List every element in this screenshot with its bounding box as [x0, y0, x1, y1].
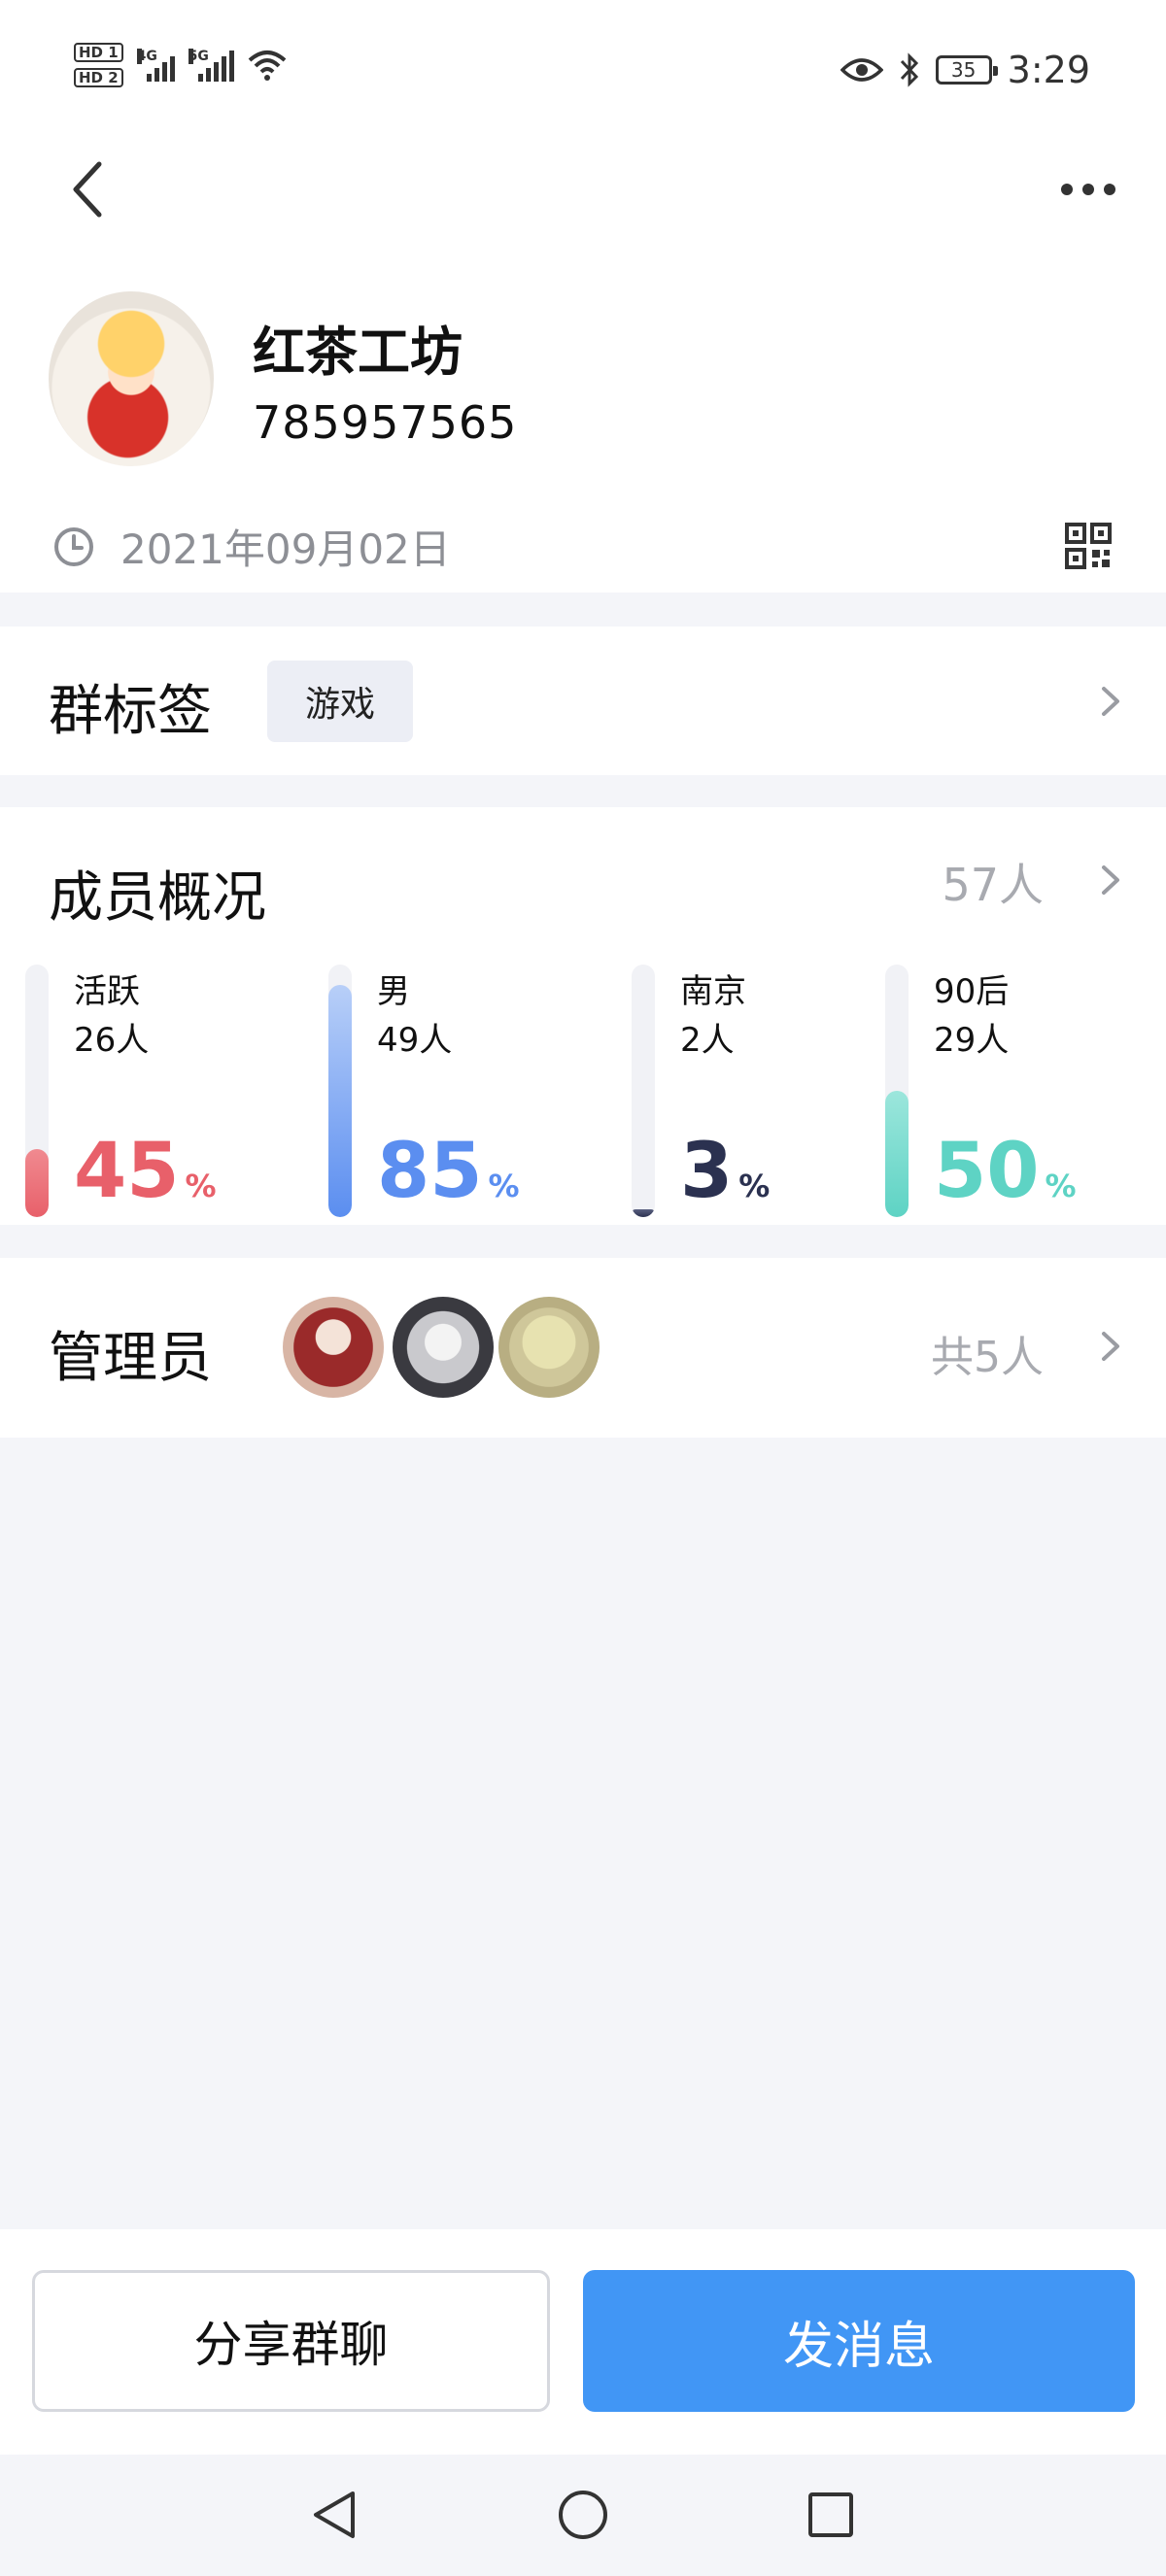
share-group-button[interactable]: 分享群聊 — [32, 2270, 550, 2412]
stat-percent-unit: % — [738, 1168, 771, 1204]
system-nav-bar — [0, 2455, 1166, 2576]
nav-recents-icon[interactable] — [802, 2486, 860, 2544]
stat-percent: 85% — [377, 1134, 520, 1209]
stat-percent-value: 3 — [680, 1128, 734, 1215]
admin-avatar[interactable] — [393, 1297, 494, 1398]
chevron-right-icon — [1102, 865, 1119, 895]
signal-icon-2: 5G — [188, 49, 234, 82]
sim2-badge: HD 2 — [74, 68, 123, 87]
chevron-right-icon — [1102, 1332, 1119, 1361]
chevron-right-icon — [1102, 687, 1119, 716]
bottom-action-bar: 分享群聊 发消息 — [0, 2229, 1166, 2455]
stat-count: 49人 — [377, 1021, 453, 1060]
more-button[interactable] — [1049, 165, 1127, 214]
stat-percent: 50% — [934, 1134, 1077, 1209]
created-date-row: 2021年09月02日 — [52, 517, 451, 576]
stat-bar-fill — [632, 1209, 655, 1217]
stat-location: 南京 2人 3% — [632, 965, 874, 1217]
stat-count: 29人 — [934, 1021, 1010, 1060]
qr-code-icon[interactable] — [1065, 523, 1112, 569]
stat-percent-value: 50 — [934, 1128, 1040, 1215]
stat-percent: 3% — [680, 1134, 770, 1209]
status-bar: HD 1 HD 2 4G 5G 35 3:29 — [0, 0, 1166, 136]
admin-avatar[interactable] — [498, 1297, 600, 1398]
eye-icon — [840, 58, 883, 82]
clock: 3:29 — [1007, 49, 1090, 91]
send-message-button[interactable]: 发消息 — [583, 2270, 1135, 2412]
stat-bar-track — [328, 965, 352, 1217]
stat-count: 2人 — [680, 1021, 735, 1060]
clock-icon — [54, 526, 93, 566]
battery-icon: 35 — [935, 55, 998, 85]
group-id: 785957565 — [253, 396, 518, 449]
stat-age: 90后 29人 50% — [885, 965, 1138, 1217]
sim-indicators: HD 1 HD 2 — [74, 43, 123, 87]
group-tags-title: 群标签 — [49, 680, 212, 743]
stat-bar-track — [632, 965, 655, 1217]
stat-bar-fill — [885, 1091, 909, 1217]
stat-male: 男 49人 85% — [328, 965, 620, 1217]
stat-label: 南京 — [680, 972, 746, 1011]
stat-bar-fill — [328, 985, 352, 1217]
stat-bar-track — [885, 965, 909, 1217]
more-dot-icon — [1082, 184, 1094, 195]
stat-percent-unit: % — [185, 1168, 217, 1204]
status-right: 35 3:29 — [840, 49, 1090, 91]
group-tags-row[interactable]: 群标签 游戏 — [0, 627, 1166, 775]
stat-label: 活跃 — [74, 972, 140, 1011]
admin-row[interactable]: 管理员 共5人 — [0, 1258, 1166, 1438]
stat-bar-track — [25, 965, 49, 1217]
more-dot-icon — [1104, 184, 1115, 195]
network-type-2: 5G — [188, 49, 209, 64]
signal-icon-1: 4G — [136, 49, 175, 82]
group-avatar[interactable] — [49, 291, 214, 466]
admin-count: 共5人 — [931, 1333, 1044, 1382]
battery-level: 35 — [950, 58, 977, 82]
stat-label: 男 — [377, 972, 410, 1011]
group-name: 红茶工坊 — [253, 322, 463, 383]
more-dot-icon — [1061, 184, 1073, 195]
sim1-badge: HD 1 — [74, 43, 123, 62]
stat-bar-fill — [25, 1149, 49, 1217]
nav-home-icon[interactable] — [554, 2486, 612, 2544]
stat-percent-value: 85 — [377, 1128, 483, 1215]
stat-label: 90后 — [934, 972, 1010, 1011]
nav-back-icon[interactable] — [306, 2486, 364, 2544]
stat-percent-value: 45 — [74, 1128, 180, 1215]
created-date: 2021年09月02日 — [120, 525, 451, 573]
stat-count: 26人 — [74, 1021, 150, 1060]
chevron-left-icon — [73, 161, 102, 218]
status-left: HD 1 HD 2 4G 5G — [74, 43, 287, 87]
tag-chip: 游戏 — [267, 661, 413, 742]
admin-avatar[interactable] — [283, 1297, 384, 1398]
stat-percent: 45% — [74, 1134, 217, 1209]
stat-percent-unit: % — [1045, 1168, 1077, 1204]
admin-title: 管理员 — [49, 1327, 212, 1390]
member-overview[interactable]: 成员概况 57人 活跃 26人 45% 男 49人 85% 南京 2人 3% 9… — [0, 807, 1166, 1225]
network-type-1: 4G — [136, 49, 157, 64]
stat-percent-unit: % — [488, 1168, 520, 1204]
stat-active: 活跃 26人 45% — [25, 965, 317, 1217]
wifi-icon — [248, 51, 286, 81]
back-button[interactable] — [58, 155, 117, 223]
member-total: 57人 — [942, 859, 1044, 911]
member-overview-title: 成员概况 — [49, 866, 266, 930]
bluetooth-icon — [900, 52, 918, 87]
